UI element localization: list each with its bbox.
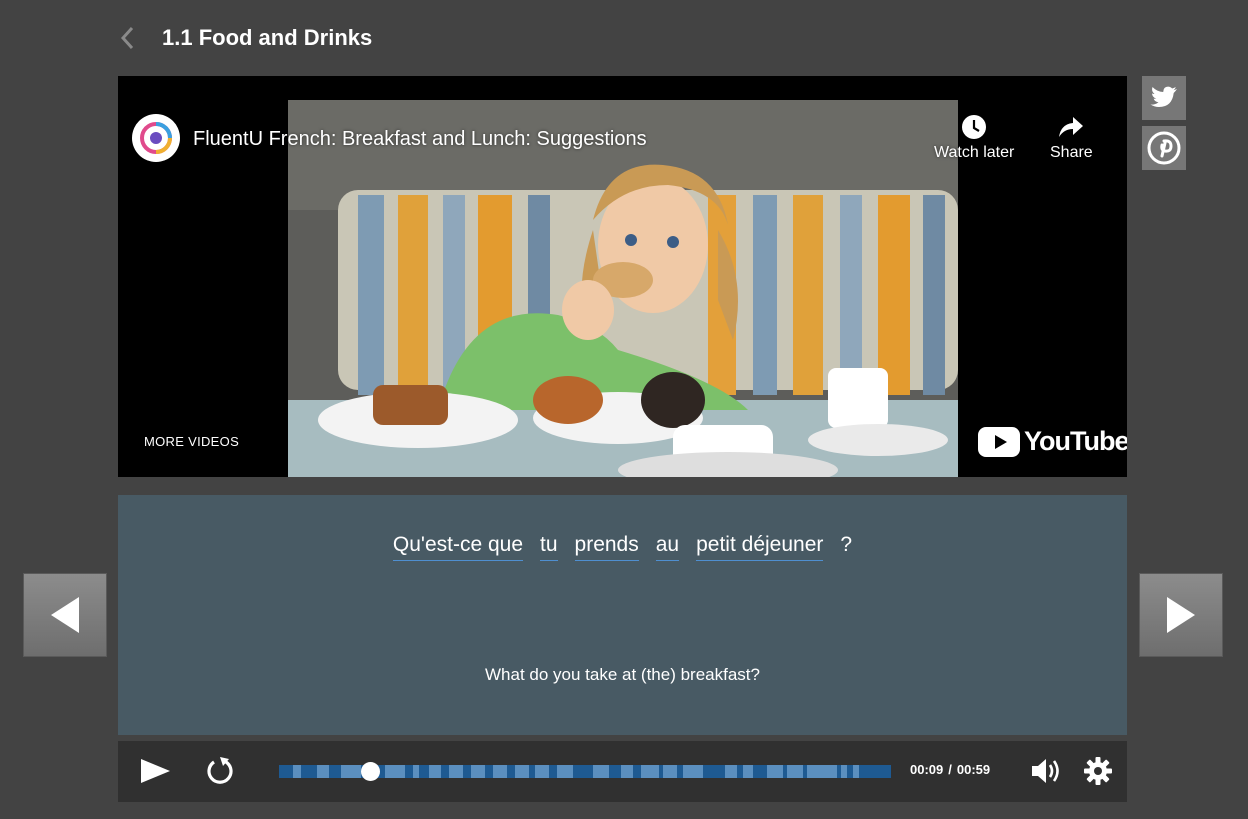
back-chevron-icon xyxy=(120,26,134,50)
replay-button[interactable] xyxy=(200,753,240,789)
youtube-wordmark: YouTube xyxy=(1024,426,1127,456)
word-chip[interactable]: au xyxy=(655,533,680,561)
french-sentence: Qu'est-ce que tu prends au petit déjeune… xyxy=(118,533,1127,561)
more-videos-link[interactable]: MORE VIDEOS xyxy=(144,434,239,449)
progress-bar[interactable] xyxy=(279,762,891,781)
channel-avatar[interactable] xyxy=(132,114,180,162)
buffered-segment xyxy=(807,765,837,778)
word-chip[interactable]: prends xyxy=(574,533,639,561)
buffered-segment xyxy=(725,765,737,778)
header: 1.1 Food and Drinks xyxy=(112,20,372,56)
page-title: 1.1 Food and Drinks xyxy=(162,25,373,50)
word-chip[interactable]: Qu'est-ce que xyxy=(392,533,524,561)
pinterest-share-button[interactable] xyxy=(1142,126,1186,170)
play-icon xyxy=(141,759,170,783)
back-button[interactable] xyxy=(112,20,142,56)
share-label: Share xyxy=(1050,144,1093,161)
player-controls: 00:09 / 00:59 xyxy=(118,741,1127,802)
buffered-segment xyxy=(853,765,859,778)
buffered-segment xyxy=(449,765,463,778)
buffered-segment xyxy=(341,765,361,778)
time-display: 00:09 / 00:59 xyxy=(910,762,990,777)
buffered-segment xyxy=(621,765,633,778)
settings-button[interactable] xyxy=(1078,753,1118,789)
video-title[interactable]: FluentU French: Breakfast and Lunch: Sug… xyxy=(193,128,647,151)
play-button[interactable] xyxy=(135,753,175,789)
gear-icon xyxy=(1084,757,1112,785)
buffered-segment xyxy=(557,765,573,778)
share-arrow-icon xyxy=(1059,117,1084,137)
buffered-segment xyxy=(317,765,329,778)
twitter-share-button[interactable] xyxy=(1142,76,1186,120)
progress-scrubber[interactable] xyxy=(361,762,381,781)
pinterest-icon xyxy=(1147,131,1181,165)
replay-icon xyxy=(207,757,233,784)
current-time: 00:09 xyxy=(910,762,944,777)
share-button[interactable]: Share xyxy=(1050,114,1093,162)
buffered-segment xyxy=(535,765,549,778)
buffered-segment xyxy=(787,765,803,778)
arrow-right-icon xyxy=(1167,597,1195,633)
volume-icon xyxy=(1032,759,1059,783)
sentence-punctuation: ? xyxy=(840,533,853,556)
buffered-segment xyxy=(767,765,783,778)
buffered-segment xyxy=(471,765,485,778)
video-thumbnail[interactable] xyxy=(288,100,958,477)
buffered-segment xyxy=(493,765,507,778)
english-translation: What do you take at (the) breakfast? xyxy=(485,665,760,684)
watch-later-label: Watch later xyxy=(934,144,1015,161)
fluentu-logo-icon xyxy=(140,122,172,154)
word-chip[interactable]: tu xyxy=(540,533,558,561)
buffered-segment xyxy=(293,765,301,778)
volume-button[interactable] xyxy=(1026,753,1066,789)
buffered-segment xyxy=(743,765,753,778)
twitter-icon xyxy=(1150,86,1177,107)
word-chip[interactable]: petit déjeuner xyxy=(696,533,824,561)
buffered-segment xyxy=(683,765,703,778)
previous-clip-button[interactable] xyxy=(23,573,107,657)
clock-icon xyxy=(962,115,987,139)
watch-later-button[interactable]: Watch later xyxy=(934,114,1014,162)
youtube-play-icon xyxy=(978,426,1020,457)
video-player[interactable]: FluentU French: Breakfast and Lunch: Sug… xyxy=(118,76,1127,477)
youtube-logo[interactable]: YouTube xyxy=(978,426,1127,457)
buffered-segment xyxy=(413,765,419,778)
time-separator: / xyxy=(948,762,952,777)
buffered-segment xyxy=(641,765,659,778)
buffered-segment xyxy=(663,765,677,778)
buffered-segment xyxy=(429,765,441,778)
buffered-segment xyxy=(515,765,529,778)
buffered-segment xyxy=(593,765,609,778)
arrow-left-icon xyxy=(51,597,79,633)
buffered-segment xyxy=(385,765,405,778)
buffered-segment xyxy=(841,765,847,778)
subtitle-panel: Qu'est-ce que tu prends au petit déjeune… xyxy=(118,495,1127,735)
duration: 00:59 xyxy=(956,762,991,777)
next-clip-button[interactable] xyxy=(1139,573,1223,657)
